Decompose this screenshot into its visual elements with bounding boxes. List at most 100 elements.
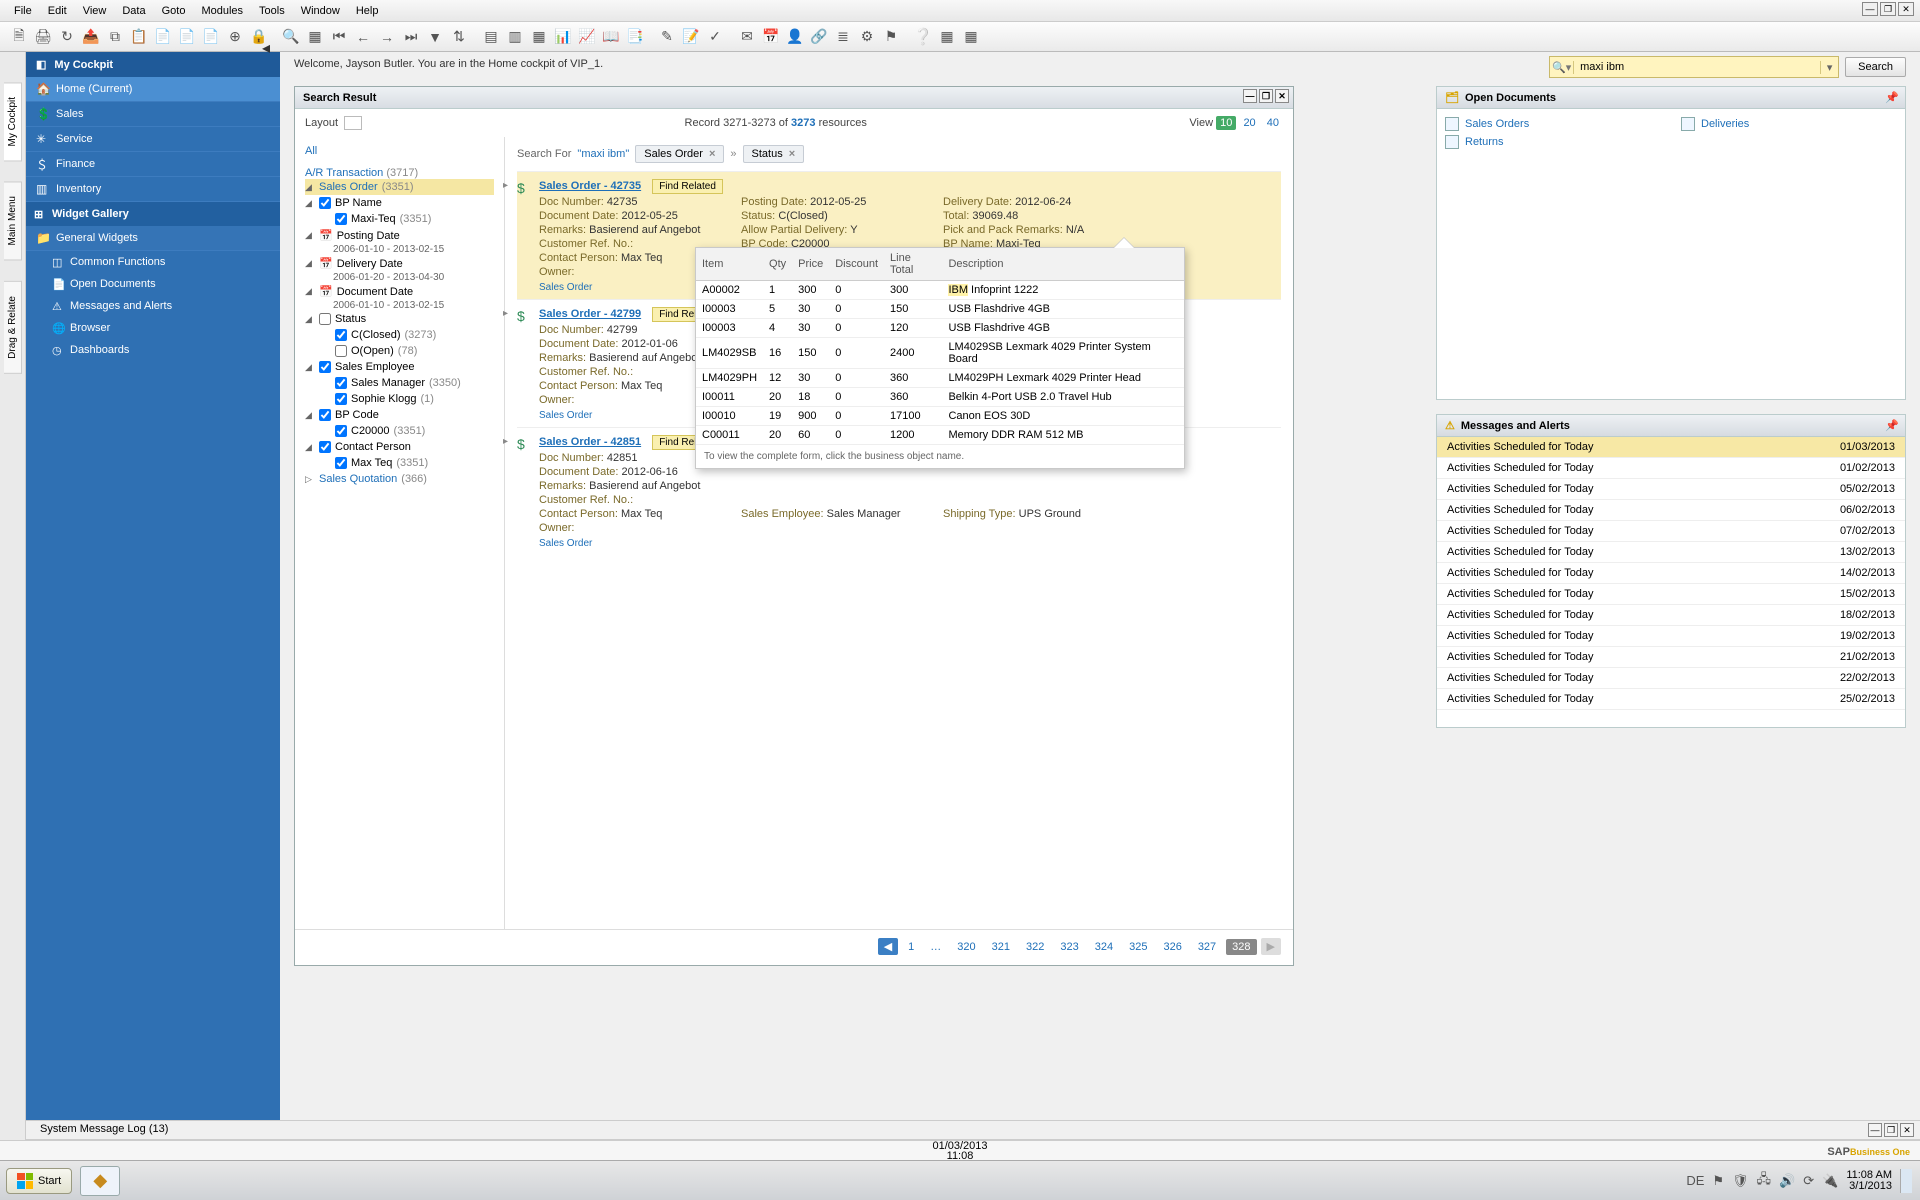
menu-tools[interactable]: Tools (251, 3, 293, 19)
data-icon[interactable]: ▦ (304, 26, 326, 48)
sr-maximize-icon[interactable]: ❐ (1259, 89, 1273, 103)
layers-icon[interactable]: ≣ (832, 26, 854, 48)
result-title[interactable]: Sales Order - 42799 (539, 308, 641, 320)
layout-selector-icon[interactable] (344, 116, 362, 130)
menu-modules[interactable]: Modules (193, 3, 251, 19)
sort-icon[interactable]: ⇅ (448, 26, 470, 48)
table-row[interactable]: C00011206001200Memory DDR RAM 512 MB (696, 426, 1184, 445)
table-row[interactable]: I000034300120USB Flashdrive 4GB (696, 319, 1184, 338)
chip-remove-icon[interactable]: × (709, 148, 715, 160)
show-desktop[interactable] (1900, 1169, 1912, 1193)
facet-salesemp-sophie[interactable]: Sophie Klogg (1) (305, 391, 494, 407)
sidebar-collapse-icon[interactable]: ◂ (262, 38, 276, 52)
mail-icon[interactable]: ✉ (736, 26, 758, 48)
message-row[interactable]: Activities Scheduled for Today21/02/2013 (1437, 647, 1905, 668)
vtab-main-menu[interactable]: Main Menu (4, 181, 22, 260)
facet-status[interactable]: ◢Status (305, 311, 494, 327)
window-minimize-icon[interactable]: — (1862, 2, 1878, 16)
message-row[interactable]: Activities Scheduled for Today01/03/2013 (1437, 437, 1905, 458)
page-1[interactable]: 1 (902, 939, 920, 955)
start-button[interactable]: Start (6, 1168, 72, 1194)
page-328[interactable]: 328 (1226, 939, 1256, 955)
table-row[interactable]: A0000213000300IBM Infoprint 1222 (696, 281, 1184, 300)
expand-icon[interactable]: ◢ (305, 182, 312, 193)
sidebar-widget-gallery[interactable]: ⊞Widget Gallery (26, 202, 280, 226)
facet-sales-quotation[interactable]: ▷Sales Quotation (366) (305, 471, 494, 487)
open-doc-sales-orders[interactable]: Sales Orders (1445, 117, 1661, 131)
refresh-icon[interactable]: ↻ (56, 26, 78, 48)
sidebar-sub-open-documents[interactable]: 📄Open Documents (26, 273, 280, 295)
facet-all[interactable]: All (305, 145, 494, 157)
sidebar-item-finance[interactable]: ＄Finance (26, 152, 280, 177)
facet-contact-person[interactable]: ◢Contact Person (305, 439, 494, 455)
message-row[interactable]: Activities Scheduled for Today15/02/2013 (1437, 584, 1905, 605)
page-321[interactable]: 321 (986, 939, 1016, 955)
pin-icon[interactable]: 📌 (1885, 91, 1899, 104)
menu-view[interactable]: View (75, 3, 115, 19)
result-title[interactable]: Sales Order - 42851 (539, 436, 641, 448)
view-20[interactable]: 20 (1239, 116, 1259, 130)
help-icon[interactable]: ❔ (912, 26, 934, 48)
page-327[interactable]: 327 (1192, 939, 1222, 955)
facet-sales-employee[interactable]: ◢Sales Employee (305, 359, 494, 375)
book-icon[interactable]: 📖 (600, 26, 622, 48)
search-icon[interactable]: 🔍▾ (1550, 61, 1574, 74)
message-row[interactable]: Activities Scheduled for Today05/02/2013 (1437, 479, 1905, 500)
print-icon[interactable]: 🖨 (32, 26, 54, 48)
doc-down-icon[interactable]: 📄 (200, 26, 222, 48)
tray-flag-icon[interactable]: ⚑ (1712, 1173, 1724, 1189)
chart1-icon[interactable]: 📊 (552, 26, 574, 48)
table-row[interactable]: I000035300150USB Flashdrive 4GB (696, 300, 1184, 319)
page-324[interactable]: 324 (1089, 939, 1119, 955)
facet-salesemp-manager[interactable]: Sales Manager (3350) (305, 375, 494, 391)
menu-window[interactable]: Window (293, 3, 348, 19)
facet-ar-transaction[interactable]: A/R Transaction (3717) (305, 167, 494, 179)
sidebar-item-home[interactable]: 🏠Home (Current) (26, 77, 280, 102)
page-326[interactable]: 326 (1157, 939, 1187, 955)
report-icon[interactable]: 📑 (624, 26, 646, 48)
vtab-my-cockpit[interactable]: My Cockpit (4, 82, 22, 161)
settings1-icon[interactable]: ▦ (936, 26, 958, 48)
facet-sales-order[interactable]: ◢Sales Order (3351) (305, 179, 494, 195)
copy-icon[interactable]: ⧉ (104, 26, 126, 48)
expand-icon[interactable]: ▸ (503, 308, 508, 319)
log-close-icon[interactable]: ✕ (1900, 1123, 1914, 1137)
message-row[interactable]: Activities Scheduled for Today13/02/2013 (1437, 542, 1905, 563)
open-doc-returns[interactable]: Returns (1445, 135, 1661, 149)
global-search-input[interactable] (1574, 61, 1820, 73)
log-minimize-icon[interactable]: — (1868, 1123, 1882, 1137)
page-320[interactable]: 320 (951, 939, 981, 955)
filter-icon[interactable]: ▼ (424, 26, 446, 48)
chip-remove-icon[interactable]: × (789, 148, 795, 160)
search-button[interactable]: Search (1845, 57, 1906, 77)
facet-bpcode-item[interactable]: C20000 (3351) (305, 423, 494, 439)
menu-file[interactable]: File (6, 3, 40, 19)
facet-bp-name[interactable]: ◢BP Name (305, 195, 494, 211)
link-icon[interactable]: 🔗 (808, 26, 830, 48)
prev-icon[interactable]: ← (352, 26, 374, 48)
tray-sound-icon[interactable]: 🔊 (1779, 1173, 1795, 1189)
result-type[interactable]: Sales Order (539, 538, 1277, 549)
sr-close-icon[interactable]: ✕ (1275, 89, 1289, 103)
sr-minimize-icon[interactable]: — (1243, 89, 1257, 103)
page-prev[interactable]: ◀ (878, 938, 898, 955)
table-row[interactable]: I0001019900017100Canon EOS 30D (696, 407, 1184, 426)
expand-icon[interactable]: ▸ (503, 180, 508, 191)
expand-icon[interactable]: ▸ (503, 436, 508, 447)
last-icon[interactable]: ⏭ (400, 26, 422, 48)
calendar-icon[interactable]: 📅 (760, 26, 782, 48)
tray-shield-icon[interactable]: 🛡 (1732, 1173, 1749, 1189)
chart2-icon[interactable]: 📈 (576, 26, 598, 48)
form-icon[interactable]: ▤ (480, 26, 502, 48)
table-row[interactable]: LM4029PH12300360LM4029PH Lexmark 4029 Pr… (696, 369, 1184, 388)
facet-contact-item[interactable]: Max Teq (3351) (305, 455, 494, 471)
tray-updates-icon[interactable]: ⟳ (1803, 1173, 1814, 1189)
task-sap-b1[interactable]: ◆ (80, 1166, 120, 1196)
facet-posting-date[interactable]: ◢📅Posting Date (305, 227, 494, 244)
message-row[interactable]: Activities Scheduled for Today01/02/2013 (1437, 458, 1905, 479)
system-message-log[interactable]: System Message Log (13) —❐✕ (26, 1120, 1920, 1140)
lang-indicator[interactable]: DE (1686, 1173, 1704, 1188)
message-row[interactable]: Activities Scheduled for Today06/02/2013 (1437, 500, 1905, 521)
form2-icon[interactable]: ▥ (504, 26, 526, 48)
sidebar-sub-browser[interactable]: 🌐Browser (26, 317, 280, 339)
